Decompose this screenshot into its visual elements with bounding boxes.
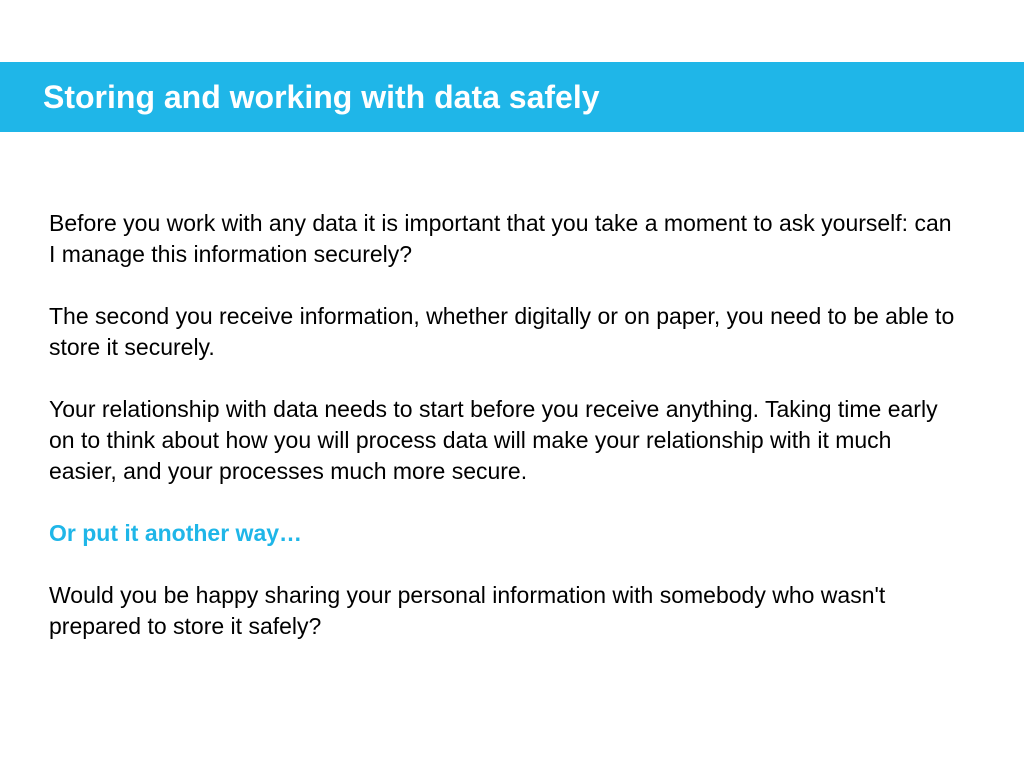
paragraph-3: Your relationship with data needs to sta… (49, 394, 964, 487)
page-title: Storing and working with data safely (43, 79, 600, 116)
content-area: Before you work with any data it is impo… (49, 208, 964, 673)
header-band: Storing and working with data safely (0, 62, 1024, 132)
highlight-text: Or put it another way… (49, 518, 964, 549)
paragraph-2: The second you receive information, whet… (49, 301, 964, 363)
paragraph-4: Would you be happy sharing your personal… (49, 580, 964, 642)
paragraph-1: Before you work with any data it is impo… (49, 208, 964, 270)
